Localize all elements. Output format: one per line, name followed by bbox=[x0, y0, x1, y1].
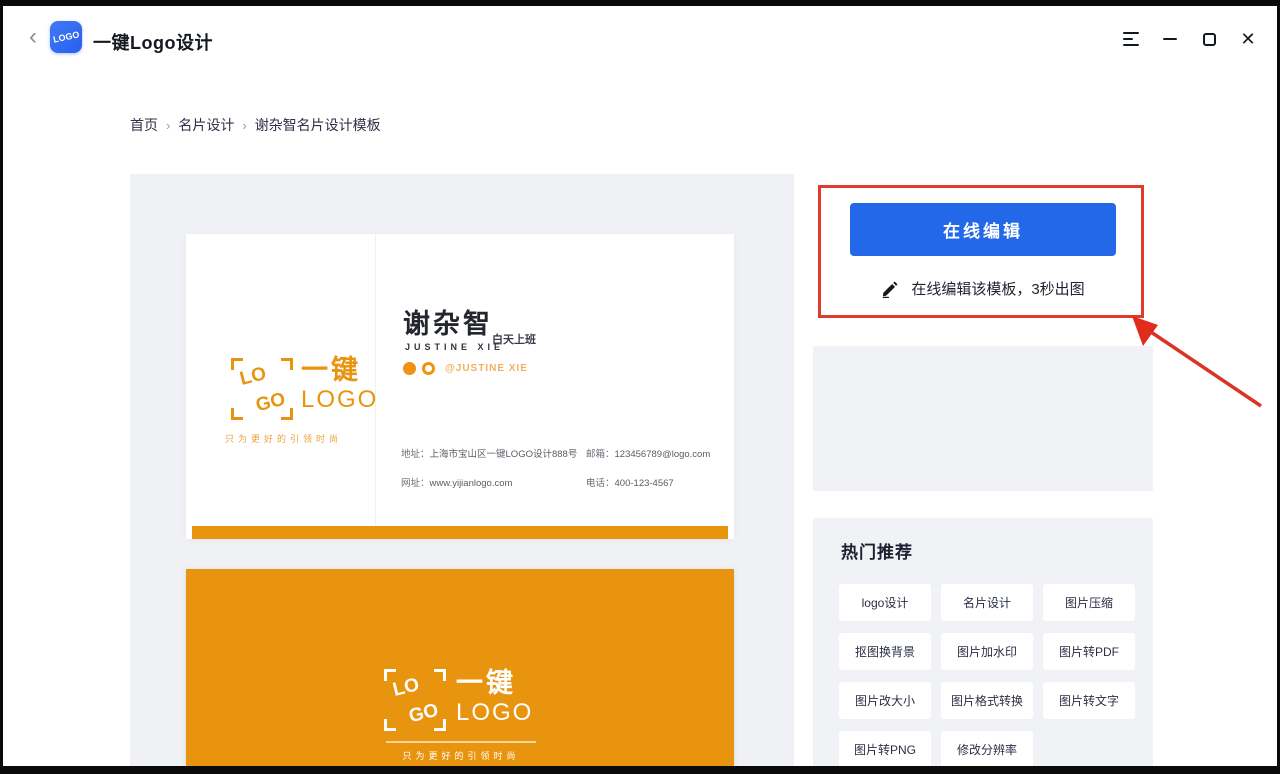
online-edit-button[interactable]: 在线编辑 bbox=[850, 203, 1116, 256]
contact-info: 地址：上海市宝山区一键LOGO设计888号 邮箱：123456789@logo.… bbox=[401, 446, 721, 489]
breadcrumb-current: 谢杂智名片设计模板 bbox=[255, 115, 381, 135]
maximize-icon[interactable] bbox=[1198, 28, 1220, 50]
brand-text: 一键 LOGO bbox=[301, 356, 378, 414]
app-logo-icon-text: LOGO bbox=[52, 29, 80, 44]
business-card-back[interactable]: LO GO 一键 LOGO 只为更好的引领时尚 bbox=[186, 569, 734, 766]
chip-card-design[interactable]: 名片设计 bbox=[941, 584, 1033, 621]
back-button[interactable]: ‹ bbox=[21, 24, 45, 52]
social-icon bbox=[422, 362, 435, 375]
chip-background-remove[interactable]: 抠图换背景 bbox=[839, 633, 931, 670]
brand-text: 一键 LOGO bbox=[456, 669, 533, 727]
chip-image-resize[interactable]: 图片改大小 bbox=[839, 682, 931, 719]
menu-icon[interactable] bbox=[1120, 28, 1142, 50]
app-logo-icon: LOGO bbox=[50, 21, 82, 53]
brand-name-en: LOGO bbox=[456, 699, 533, 728]
titlebar: ‹ LOGO 一键Logo设计 ✕ bbox=[3, 6, 1277, 72]
breadcrumb-home[interactable]: 首页 bbox=[130, 115, 158, 135]
social-row: @JUSTINE XIE bbox=[403, 362, 528, 375]
logo-mark-text: LO bbox=[238, 363, 269, 391]
chip-image-to-text[interactable]: 图片转文字 bbox=[1043, 682, 1135, 719]
hot-recommendations-panel: 热门推荐 logo设计 名片设计 图片压缩 抠图换背景 图片加水印 图片转PDF… bbox=[813, 518, 1153, 766]
business-card-front[interactable]: LO GO 一键 LOGO 只为更好的引领时尚 谢杂智 白天上班 JUSTINE… bbox=[186, 234, 734, 539]
breadcrumb-category[interactable]: 名片设计 bbox=[178, 115, 234, 135]
brand-name-cn: 一键 bbox=[456, 669, 533, 699]
logo-bracket-mark: LO GO bbox=[231, 358, 293, 420]
person-name: 谢杂智 bbox=[403, 302, 493, 341]
side-placeholder-panel bbox=[813, 346, 1153, 491]
chip-format-convert[interactable]: 图片格式转换 bbox=[941, 682, 1033, 719]
chip-image-compress[interactable]: 图片压缩 bbox=[1043, 584, 1135, 621]
person-name-en: JUSTINE XIE bbox=[405, 342, 504, 352]
contact-website: 网址：www.yijianlogo.com bbox=[401, 475, 586, 489]
recommendation-chips: logo设计 名片设计 图片压缩 抠图换背景 图片加水印 图片转PDF 图片改大… bbox=[839, 584, 1153, 766]
contact-address: 地址：上海市宝山区一键LOGO设计888号 bbox=[401, 446, 586, 460]
window-controls: ✕ bbox=[1120, 28, 1259, 50]
chip-logo-design[interactable]: logo设计 bbox=[839, 584, 931, 621]
app-title: 一键Logo设计 bbox=[93, 29, 213, 55]
template-preview-panel: LO GO 一键 LOGO 只为更好的引领时尚 谢杂智 白天上班 JUSTINE… bbox=[130, 174, 794, 766]
edit-caption: 在线编辑该模板，3秒出图 bbox=[850, 278, 1116, 299]
breadcrumb-separator-icon: › bbox=[242, 118, 246, 133]
brand-name-cn: 一键 bbox=[301, 356, 378, 386]
contact-email: 邮箱：123456789@logo.com bbox=[586, 446, 721, 460]
chip-watermark[interactable]: 图片加水印 bbox=[941, 633, 1033, 670]
chip-resolution-edit[interactable]: 修改分辨率 bbox=[941, 731, 1033, 766]
hot-recommendations-title: 热门推荐 bbox=[841, 538, 1153, 563]
brand-name-en: LOGO bbox=[301, 386, 378, 415]
card-back-divider bbox=[386, 741, 536, 743]
pencil-icon bbox=[881, 280, 899, 298]
chip-image-to-png[interactable]: 图片转PNG bbox=[839, 731, 931, 766]
app-window-frame: ‹ LOGO 一键Logo设计 ✕ 首页 › 名片设计 › 谢杂智名片设计模板 bbox=[0, 0, 1280, 774]
brand-tagline: 只为更好的引领时尚 bbox=[366, 749, 556, 762]
social-handle: @JUSTINE XIE bbox=[445, 363, 528, 374]
logo-bracket-mark: LO GO bbox=[384, 669, 446, 731]
breadcrumb-separator-icon: › bbox=[166, 118, 170, 133]
brand-tagline: 只为更好的引领时尚 bbox=[206, 432, 361, 445]
edit-caption-text: 在线编辑该模板，3秒出图 bbox=[911, 278, 1084, 299]
contact-phone: 电话：400-123-4567 bbox=[586, 475, 721, 489]
logo-mark-text: LO bbox=[391, 674, 422, 702]
card-accent-bar bbox=[192, 526, 728, 539]
app-window: ‹ LOGO 一键Logo设计 ✕ 首页 › 名片设计 › 谢杂智名片设计模板 bbox=[3, 6, 1277, 766]
social-icon bbox=[403, 362, 416, 375]
breadcrumb: 首页 › 名片设计 › 谢杂智名片设计模板 bbox=[130, 115, 381, 135]
minimize-icon[interactable] bbox=[1159, 28, 1181, 50]
close-icon[interactable]: ✕ bbox=[1237, 28, 1259, 50]
chip-image-to-pdf[interactable]: 图片转PDF bbox=[1043, 633, 1135, 670]
